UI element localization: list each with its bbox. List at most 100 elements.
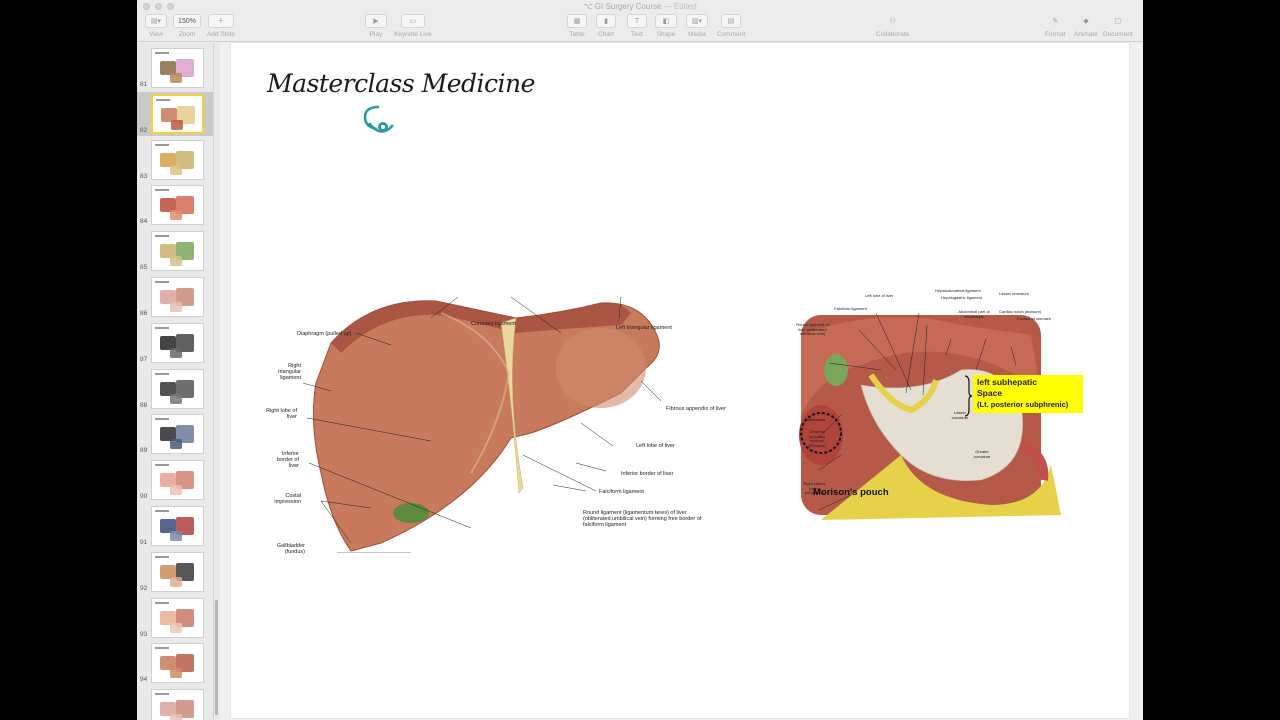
thumbnail-image bbox=[170, 302, 182, 312]
thumbnail-title-mark bbox=[155, 464, 169, 467]
keynote-live-icon: ▭ bbox=[400, 14, 425, 28]
text-icon: T bbox=[627, 14, 647, 28]
thumbnail-image bbox=[170, 393, 182, 404]
label-fundus: Fundus of stomach bbox=[1017, 316, 1052, 321]
table-icon: ▦ bbox=[567, 14, 587, 28]
add-slide-label: Add Slide bbox=[207, 31, 235, 38]
label-diaphragm: Diaphragm (pulled up) bbox=[297, 331, 352, 337]
media-button[interactable]: ▨▾ Media bbox=[686, 14, 708, 38]
slide-number: 87 bbox=[140, 355, 148, 363]
slide-thumbnail[interactable] bbox=[151, 93, 204, 134]
animate-icon: ◆ bbox=[1083, 18, 1089, 25]
slide-thumbnail-row[interactable]: 83 bbox=[137, 138, 213, 182]
slide-thumbnail-row[interactable]: 95 bbox=[137, 687, 213, 720]
thumbnail-image bbox=[170, 347, 182, 358]
slide-thumbnail[interactable] bbox=[151, 597, 204, 638]
slide-thumbnail-row[interactable]: 88 bbox=[137, 367, 213, 411]
slide-thumbnail-row[interactable]: 92 bbox=[137, 550, 213, 594]
slide-thumbnail[interactable] bbox=[151, 48, 204, 88]
thumbnail-title-mark bbox=[155, 555, 169, 558]
slide-thumbnail[interactable] bbox=[151, 643, 204, 684]
label-lesser-omentum: Lesser omentum bbox=[999, 291, 1029, 296]
slide-thumbnail-row[interactable]: 86 bbox=[137, 275, 213, 319]
thumbnail-title-mark bbox=[155, 601, 169, 604]
slide-thumbnail-row[interactable]: 93 bbox=[137, 596, 213, 640]
add-slide-button[interactable]: ＋ Add Slide bbox=[207, 14, 235, 38]
label-inferior-border-left: Inferior border of liver bbox=[621, 471, 674, 477]
slide-thumbnail[interactable] bbox=[151, 277, 204, 317]
animate-label: Animate bbox=[1074, 31, 1098, 38]
thumbnail-title-mark bbox=[155, 693, 169, 696]
brace-icon bbox=[964, 375, 973, 417]
label-coronary-ligament: Coronary ligament bbox=[471, 321, 516, 327]
shape-button[interactable]: ◧ Shape bbox=[655, 14, 677, 38]
thumbnail-image bbox=[170, 73, 182, 83]
format-button[interactable]: ✎ Format bbox=[1045, 14, 1066, 38]
keynote-live-button[interactable]: ▭ Keynote Live bbox=[394, 14, 432, 38]
media-label: Media bbox=[688, 31, 706, 38]
slide-thumbnail[interactable] bbox=[151, 506, 204, 546]
slide-thumbnail[interactable] bbox=[151, 551, 204, 592]
slide-thumbnail-row[interactable]: 84 bbox=[137, 183, 213, 227]
navigator-scrollbar[interactable] bbox=[215, 600, 218, 715]
chart-icon: ▮ bbox=[596, 14, 616, 28]
label-gallbladder-fundus: Gallbladder (fundus) bbox=[276, 543, 305, 555]
label-inferior-border-right: Inferior border of liver bbox=[276, 451, 299, 469]
chart-label: Chart bbox=[598, 31, 614, 38]
slide-thumbnail-row[interactable]: 91 bbox=[137, 504, 213, 548]
brand-title: Masterclass Medicine bbox=[267, 69, 535, 98]
view-icon: ▤▾ bbox=[145, 14, 167, 28]
label-hepatogastric-ligament: Hepatogastric ligament bbox=[941, 295, 982, 300]
chart-button[interactable]: ▮ Chart bbox=[596, 14, 616, 38]
slide-thumbnail[interactable] bbox=[151, 139, 204, 180]
slide-number: 94 bbox=[140, 676, 148, 684]
text-button[interactable]: T Text bbox=[627, 14, 647, 38]
morisons-pouch-label: Morison's pouch bbox=[813, 487, 889, 498]
slide-thumbnail[interactable] bbox=[151, 368, 204, 409]
slide-thumbnail-row[interactable]: 90 bbox=[137, 458, 213, 502]
document-button[interactable]: ▢ Document bbox=[1103, 14, 1133, 38]
slide-thumbnail-row[interactable]: 89 bbox=[137, 412, 213, 456]
slide-canvas: Masterclass Medicine Diaphragm (pulled u… bbox=[220, 43, 1143, 720]
thumbnail-image bbox=[170, 668, 182, 679]
thumbnail-image bbox=[170, 210, 182, 221]
thumbnail-title-mark bbox=[155, 189, 169, 192]
document-icon: ▢ bbox=[1114, 18, 1122, 25]
slide-thumbnail-row[interactable]: 94 bbox=[137, 641, 213, 685]
slide-thumbnail-row[interactable]: 82 bbox=[137, 91, 213, 136]
label-abdominal-esophagus: Abdominal part of esophagus bbox=[958, 309, 990, 319]
collaborate-button[interactable]: ⚇ Collaborate bbox=[876, 14, 909, 38]
zoom-select[interactable]: 150% Zoom bbox=[173, 14, 201, 38]
slide-thumbnail-row[interactable]: 87 bbox=[137, 321, 213, 365]
label-cardiac-notch: Cardiac notch (incisure) bbox=[999, 309, 1042, 314]
thumbnail-title-mark bbox=[155, 326, 169, 329]
animate-button[interactable]: ◆ Animate bbox=[1074, 14, 1098, 38]
format-label: Format bbox=[1045, 31, 1066, 38]
slide-thumbnail[interactable] bbox=[151, 231, 204, 272]
slide-thumbnail[interactable] bbox=[151, 185, 204, 226]
slide-thumbnail[interactable] bbox=[151, 322, 204, 363]
label-costal-impression: Costal impression bbox=[274, 493, 301, 505]
slide-thumbnail-row[interactable]: 81 bbox=[137, 46, 213, 90]
play-button[interactable]: ▶ Play bbox=[365, 14, 387, 38]
comment-label: Comment bbox=[717, 31, 746, 38]
label-right-lobe: Right lobe of liver bbox=[266, 408, 297, 420]
slide-thumbnail[interactable] bbox=[151, 460, 204, 501]
slide-thumbnail[interactable] bbox=[151, 689, 204, 720]
stethoscope-logo-icon bbox=[363, 105, 394, 133]
slide-number: 81 bbox=[140, 81, 148, 88]
document-icon-title: ⌥ bbox=[583, 2, 595, 11]
slide[interactable]: Masterclass Medicine Diaphragm (pulled u… bbox=[231, 43, 1129, 718]
thumbnail-title-mark bbox=[155, 281, 169, 283]
table-button[interactable]: ▦ Table bbox=[567, 14, 587, 38]
comment-button[interactable]: ▤ Comment bbox=[717, 14, 745, 38]
media-icon: ▨▾ bbox=[686, 14, 708, 28]
slide-thumbnail-row[interactable]: 85 bbox=[137, 229, 213, 273]
view-button[interactable]: ▤▾ View bbox=[145, 14, 167, 38]
slide-navigator: 81 82 83 84 85 86 87 88 89 90 91 92 93 94 95 bbox=[137, 43, 214, 720]
format-icon: ✎ bbox=[1052, 18, 1059, 25]
label-falciform-right-fig: Falciform ligament bbox=[834, 306, 867, 311]
thumbnail-title-mark bbox=[155, 52, 169, 54]
slide-thumbnail[interactable] bbox=[151, 414, 204, 455]
add-slide-icon: ＋ bbox=[207, 14, 234, 28]
